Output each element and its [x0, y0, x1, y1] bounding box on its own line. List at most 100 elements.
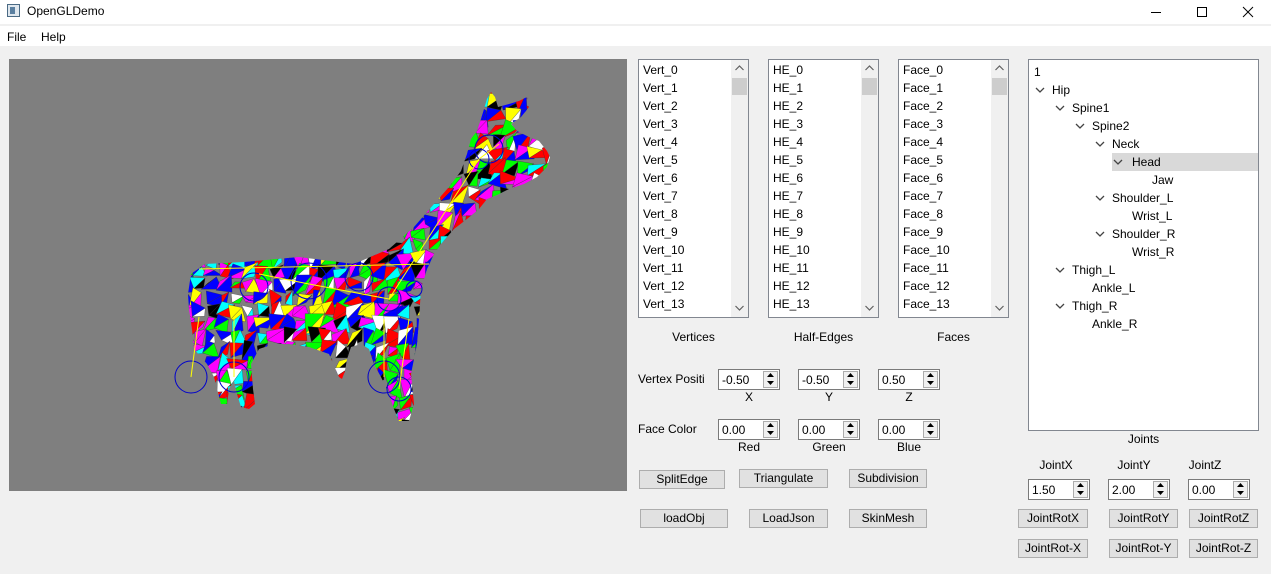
split-edge-button[interactable]: SplitEdge — [639, 470, 725, 489]
joint-rot-neg-y-button[interactable]: JointRot-Y — [1109, 539, 1178, 558]
tree-item[interactable]: Head — [1112, 153, 1258, 171]
spin-down-icon[interactable] — [924, 430, 937, 437]
tree-item[interactable]: Jaw — [1134, 171, 1258, 189]
list-item[interactable]: HE_13 — [770, 295, 860, 313]
subdivision-button[interactable]: Subdivision — [849, 469, 927, 488]
spin-down-icon[interactable] — [844, 380, 857, 387]
list-item[interactable]: Vert_1 — [640, 79, 730, 97]
list-item[interactable]: HE_9 — [770, 223, 860, 241]
tree-item[interactable]: 1 — [1029, 63, 1258, 81]
list-item[interactable]: Vert_13 — [640, 295, 730, 313]
vertices-list[interactable]: Vert_0 Vert_1 Vert_2 Vert_3 Vert_4 Vert_5 Vert… — [638, 59, 749, 318]
tree-item[interactable]: Spine2 — [1074, 117, 1258, 135]
list-item[interactable]: Face_9 — [900, 223, 990, 241]
list-item[interactable]: Vert_0 — [640, 61, 730, 79]
scroll-up-icon[interactable] — [861, 60, 878, 77]
list-item[interactable]: Face_11 — [900, 259, 990, 277]
scroll-up-icon[interactable] — [991, 60, 1008, 77]
vertex-x-value[interactable]: -0.50 — [722, 373, 749, 387]
chevron-down-icon[interactable] — [1055, 303, 1065, 310]
face-red-spinbox[interactable]: 0.00 — [718, 419, 780, 440]
vertex-y-value[interactable]: -0.50 — [802, 373, 829, 387]
spin-up-icon[interactable] — [844, 372, 857, 379]
chevron-down-icon[interactable] — [1113, 159, 1123, 166]
face-green-spinbox[interactable]: 0.00 — [798, 419, 860, 440]
joint-rot-neg-z-button[interactable]: JointRot-Z — [1189, 539, 1258, 558]
joint-x-spinbox[interactable]: 1.50 — [1028, 479, 1090, 500]
vertices-scrollbar[interactable] — [731, 60, 748, 317]
scroll-down-icon[interactable] — [861, 300, 878, 317]
faces-list[interactable]: Face_0 Face_1 Face_2 Face_3 Face_4 Face_5 Face… — [898, 59, 1009, 318]
list-item[interactable]: HE_6 — [770, 169, 860, 187]
list-item[interactable]: HE_0 — [770, 61, 860, 79]
load-obj-button[interactable]: loadObj — [640, 509, 728, 528]
list-item[interactable]: HE_10 — [770, 241, 860, 259]
scroll-down-icon[interactable] — [731, 300, 748, 317]
spin-down-icon[interactable] — [1234, 490, 1247, 497]
list-item[interactable]: Face_4 — [900, 133, 990, 151]
list-item[interactable]: Vert_10 — [640, 241, 730, 259]
tree-item[interactable]: Shoulder_L — [1094, 189, 1258, 207]
scroll-up-icon[interactable] — [731, 60, 748, 77]
list-item[interactable]: Face_5 — [900, 151, 990, 169]
list-item[interactable]: Face_1 — [900, 79, 990, 97]
spin-up-icon[interactable] — [764, 422, 777, 429]
list-item[interactable]: HE_1 — [770, 79, 860, 97]
opengl-viewport[interactable] — [9, 59, 627, 491]
list-item[interactable]: Vert_3 — [640, 115, 730, 133]
face-blue-spinbox[interactable]: 0.00 — [878, 419, 940, 440]
menu-help[interactable]: Help — [41, 30, 66, 44]
list-item[interactable]: Vert_2 — [640, 97, 730, 115]
scroll-thumb[interactable] — [992, 78, 1007, 95]
list-item[interactable]: Face_13 — [900, 295, 990, 313]
spin-up-icon[interactable] — [844, 422, 857, 429]
spin-down-icon[interactable] — [924, 380, 937, 387]
tree-item[interactable]: Wrist_R — [1114, 243, 1258, 261]
scroll-down-icon[interactable] — [991, 300, 1008, 317]
list-item[interactable]: Face_12 — [900, 277, 990, 295]
maximize-button[interactable] — [1179, 0, 1225, 24]
list-item[interactable]: Face_7 — [900, 187, 990, 205]
load-json-button[interactable]: LoadJson — [749, 509, 828, 528]
spin-up-icon[interactable] — [764, 372, 777, 379]
list-item[interactable]: Face_0 — [900, 61, 990, 79]
scroll-thumb[interactable] — [862, 78, 877, 95]
chevron-down-icon[interactable] — [1035, 87, 1045, 94]
list-item[interactable]: Face_10 — [900, 241, 990, 259]
list-item[interactable]: HE_2 — [770, 97, 860, 115]
list-item[interactable]: Vert_5 — [640, 151, 730, 169]
close-button[interactable] — [1225, 0, 1271, 24]
face-red-value[interactable]: 0.00 — [722, 423, 745, 437]
spin-down-icon[interactable] — [844, 430, 857, 437]
face-blue-value[interactable]: 0.00 — [882, 423, 905, 437]
joint-rot-y-button[interactable]: JointRotY — [1109, 509, 1178, 528]
joint-x-value[interactable]: 1.50 — [1032, 483, 1055, 497]
vertex-x-spinbox[interactable]: -0.50 — [718, 369, 780, 390]
joint-z-value[interactable]: 0.00 — [1192, 483, 1215, 497]
list-item[interactable]: Vert_6 — [640, 169, 730, 187]
list-item[interactable]: Vert_11 — [640, 259, 730, 277]
list-item[interactable]: HE_11 — [770, 259, 860, 277]
menu-file[interactable]: File — [7, 30, 26, 44]
spin-up-icon[interactable] — [1074, 482, 1087, 489]
tree-item[interactable]: Hip — [1034, 81, 1258, 99]
list-item[interactable]: Vert_7 — [640, 187, 730, 205]
list-item[interactable]: HE_12 — [770, 277, 860, 295]
skin-mesh-button[interactable]: SkinMesh — [849, 509, 927, 528]
faces-scrollbar[interactable] — [991, 60, 1008, 317]
list-item[interactable]: HE_3 — [770, 115, 860, 133]
joint-z-spinbox[interactable]: 0.00 — [1188, 479, 1250, 500]
tree-item[interactable]: Thigh_R — [1054, 297, 1258, 315]
chevron-down-icon[interactable] — [1055, 105, 1065, 112]
spin-down-icon[interactable] — [764, 430, 777, 437]
list-item[interactable]: Vert_14 — [640, 313, 730, 317]
joint-y-spinbox[interactable]: 2.00 — [1108, 479, 1170, 500]
list-item[interactable]: Vert_4 — [640, 133, 730, 151]
tree-item[interactable]: Ankle_L — [1074, 279, 1258, 297]
tree-item[interactable]: Shoulder_R — [1094, 225, 1258, 243]
triangulate-button[interactable]: Triangulate — [739, 469, 828, 488]
spin-up-icon[interactable] — [1234, 482, 1247, 489]
spin-down-icon[interactable] — [764, 380, 777, 387]
vertex-y-spinbox[interactable]: -0.50 — [798, 369, 860, 390]
joints-tree[interactable]: 1 Hip Spine1 Spine2 Neck Head Jaw Shoulder_L Wri… — [1028, 59, 1259, 431]
